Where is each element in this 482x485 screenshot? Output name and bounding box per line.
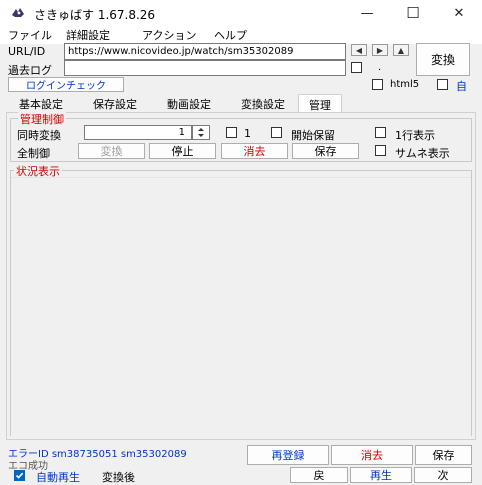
html5-checkbox[interactable] [372, 79, 383, 90]
autoplay-checkbox[interactable] [14, 470, 25, 481]
menu-bar: ファイル 詳細設定 アクション ヘルプ [0, 26, 482, 44]
menu-action[interactable]: アクション [142, 27, 196, 43]
thumbnail-label: サムネ表示 [395, 147, 450, 160]
window-title: さきゅばす 1.67.8.26 [34, 8, 156, 22]
start-hold-label: 開始保留 [291, 129, 335, 142]
url-label: URL/ID [8, 45, 46, 58]
after-convert-label: 変換後 [102, 471, 135, 484]
tab-basic-settings[interactable]: 基本設定 [8, 96, 74, 112]
autoplay-label: 自動再生 [36, 471, 80, 484]
concurrent-spinner[interactable] [192, 125, 210, 140]
status-area[interactable] [11, 177, 471, 436]
app-icon [12, 8, 24, 17]
menu-file[interactable]: ファイル [8, 27, 52, 43]
all-control-label: 全制御 [17, 147, 50, 160]
tab-management[interactable]: 管理 [298, 94, 342, 114]
minimize-button[interactable]: — [344, 0, 390, 26]
concurrent-input[interactable]: 1 [84, 125, 192, 140]
close-button[interactable]: ✕ [436, 0, 482, 26]
control-delete-button[interactable]: 消去 [221, 143, 288, 159]
history-input[interactable] [64, 60, 346, 76]
footer-save-button[interactable]: 保存 [415, 445, 472, 465]
nav-up-button[interactable]: ▲ [393, 44, 409, 56]
menu-advanced-settings[interactable]: 詳細設定 [66, 27, 110, 43]
reregister-button[interactable]: 再登録 [247, 445, 329, 465]
next-button[interactable]: 次 [414, 467, 472, 483]
url-input[interactable]: https://www.nicovideo.jp/watch/sm3530208… [64, 43, 346, 60]
start-hold-checkbox[interactable] [271, 127, 282, 138]
menu-help[interactable]: ヘルプ [214, 27, 247, 43]
auto-checkbox[interactable] [437, 79, 448, 90]
play-button[interactable]: 再生 [350, 467, 412, 483]
one-line-checkbox[interactable] [375, 127, 386, 138]
footer-delete-button[interactable]: 消去 [331, 445, 413, 465]
control-convert-button[interactable]: 変換 [78, 143, 145, 159]
tab-video-settings[interactable]: 動画設定 [156, 96, 222, 112]
spinner-arrows-icon [198, 128, 204, 137]
history-label: 過去ログ [8, 64, 52, 77]
convert-button[interactable]: 変換 [416, 43, 470, 76]
management-legend: 管理制御 [18, 111, 66, 127]
history-checkbox[interactable] [351, 62, 362, 73]
maximize-button[interactable]: ☐ [390, 0, 436, 26]
nav-next-button[interactable]: ▶ [372, 44, 388, 56]
check-one-label: 1 [244, 127, 251, 140]
auto-label: 自 [456, 80, 467, 93]
tab-convert-settings[interactable]: 変換設定 [230, 96, 296, 112]
back-button[interactable]: 戻 [290, 467, 348, 483]
tab-save-settings[interactable]: 保存設定 [82, 96, 148, 112]
checkmark-icon [15, 472, 24, 479]
nav-prev-button[interactable]: ◀ [351, 44, 367, 56]
html5-label: html5 [390, 79, 420, 90]
thumbnail-checkbox[interactable] [375, 145, 386, 156]
one-line-label: 1行表示 [395, 129, 435, 142]
concurrent-label: 同時変換 [17, 129, 61, 142]
history-dot: . [378, 62, 382, 73]
control-stop-button[interactable]: 停止 [149, 143, 216, 159]
login-check-button[interactable]: ログインチェック [8, 77, 124, 92]
title-bar: さきゅばす 1.67.8.26 — ☐ ✕ [0, 0, 482, 26]
control-save-button[interactable]: 保存 [292, 143, 359, 159]
check-one-checkbox[interactable] [226, 127, 237, 138]
